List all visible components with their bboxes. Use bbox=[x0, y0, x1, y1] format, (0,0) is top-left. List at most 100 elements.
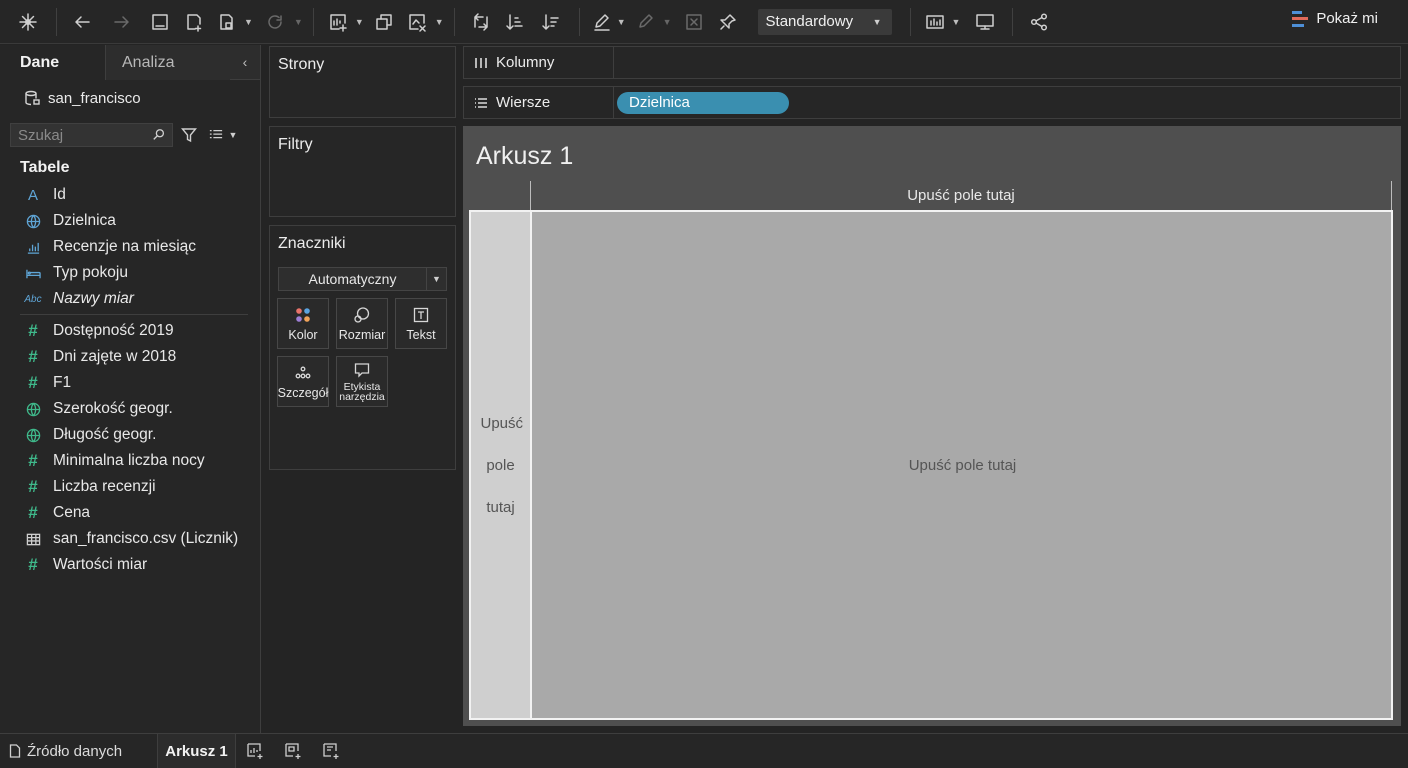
new-worksheet-tab-icon[interactable] bbox=[236, 734, 274, 768]
field-dni-zajete-2018[interactable]: # Dni zajęte w 2018 bbox=[0, 344, 260, 370]
swap-rows-columns-icon[interactable] bbox=[465, 7, 497, 37]
field-label: Minimalna liczba nocy bbox=[53, 452, 205, 469]
redo-icon[interactable] bbox=[105, 7, 139, 37]
field-id[interactable]: A Id bbox=[0, 182, 260, 208]
field-typ-pokoju[interactable]: Typ pokoju bbox=[0, 260, 260, 286]
pause-updates-caret[interactable]: ▼ bbox=[244, 17, 253, 27]
clear-sheet-icon[interactable] bbox=[402, 7, 432, 37]
field-label: san_francisco.csv (Licznik) bbox=[53, 530, 239, 547]
view-mode-select[interactable]: Standardowy ▼ bbox=[757, 8, 892, 35]
rows-shelf[interactable]: Wiersze Dzielnica bbox=[463, 86, 1401, 119]
tab-data[interactable]: Dane bbox=[0, 45, 106, 80]
sort-ascending-icon[interactable] bbox=[497, 7, 533, 37]
dzielnica-pill[interactable]: Dzielnica bbox=[617, 91, 789, 114]
duplicate-sheet-icon[interactable] bbox=[368, 7, 400, 37]
mark-type-select[interactable]: Automatyczny ▼ bbox=[278, 267, 447, 291]
field-liczba-recenzji[interactable]: # Liczba recenzji bbox=[0, 474, 260, 500]
view-canvas: Upuść pole tutaj Upuść pole tutaj bbox=[469, 210, 1393, 720]
columns-label: Kolumny bbox=[496, 54, 555, 71]
globe-icon bbox=[24, 212, 42, 230]
new-worksheet-caret[interactable]: ▼ bbox=[355, 17, 364, 27]
tooltip-label: Etykista narzędzia bbox=[339, 381, 385, 403]
tooltip-button[interactable]: Etykista narzędzia bbox=[336, 356, 388, 407]
field-label: F1 bbox=[53, 374, 72, 391]
field-minimalna-liczba-nocy[interactable]: # Minimalna liczba nocy bbox=[0, 448, 260, 474]
tables-heading: Tabele bbox=[20, 159, 70, 176]
field-recenzje-na-miesiac[interactable]: Recenzje na miesiąc bbox=[0, 234, 260, 260]
filters-title: Filtry bbox=[278, 136, 313, 153]
tab-analytics[interactable]: Analiza bbox=[106, 45, 230, 80]
search-input[interactable] bbox=[18, 126, 138, 144]
rows-label: Wiersze bbox=[496, 94, 551, 111]
columns-shelf[interactable]: Kolumny bbox=[463, 46, 1401, 79]
datasource-item[interactable]: san_francisco bbox=[0, 80, 260, 116]
field-label: Dostępność 2019 bbox=[53, 322, 174, 339]
pages-card[interactable]: Strony bbox=[269, 46, 456, 118]
size-button[interactable]: Rozmiar bbox=[336, 298, 388, 349]
marks-card: Znaczniki Automatyczny ▼ Kolor Rozmiar T… bbox=[269, 225, 456, 470]
text-label: Tekst bbox=[406, 327, 436, 342]
filter-icon[interactable] bbox=[179, 125, 199, 145]
group-members-caret[interactable]: ▼ bbox=[663, 17, 672, 27]
text-button[interactable]: Tekst bbox=[395, 298, 447, 349]
show-mark-labels-icon[interactable] bbox=[678, 7, 710, 37]
group-members-icon[interactable] bbox=[632, 7, 660, 37]
field-wartosci-miar[interactable]: # Wartości miar bbox=[0, 552, 260, 578]
collapse-pane-icon[interactable]: ‹ bbox=[230, 45, 260, 79]
show-cards-caret[interactable]: ▼ bbox=[952, 17, 961, 27]
pages-title: Strony bbox=[278, 56, 325, 73]
color-button[interactable]: Kolor bbox=[277, 298, 329, 349]
pause-updates-icon[interactable] bbox=[211, 7, 241, 37]
detail-button[interactable]: Szczegół bbox=[277, 356, 329, 407]
field-label: Typ pokoju bbox=[53, 264, 128, 281]
columns-icon bbox=[475, 57, 487, 68]
field-label: Id bbox=[53, 186, 66, 203]
highlight-caret[interactable]: ▼ bbox=[617, 17, 626, 27]
new-datasource-icon[interactable] bbox=[177, 7, 211, 37]
field-szerokosc-geogr[interactable]: Szerokość geogr. bbox=[0, 396, 260, 422]
new-dashboard-tab-icon[interactable] bbox=[274, 734, 312, 768]
show-cards-icon[interactable] bbox=[921, 7, 949, 37]
show-me-button[interactable]: Pokaż mi bbox=[1292, 10, 1378, 27]
new-worksheet-icon[interactable] bbox=[324, 7, 352, 37]
sheet-title[interactable]: Arkusz 1 bbox=[476, 142, 573, 171]
presentation-mode-icon[interactable] bbox=[968, 7, 1002, 37]
field-dostepnosc-2019[interactable]: # Dostępność 2019 bbox=[0, 318, 260, 344]
color-label: Kolor bbox=[288, 327, 318, 342]
new-story-tab-icon[interactable] bbox=[312, 734, 350, 768]
text-type-icon: A bbox=[27, 186, 38, 204]
show-me-icon bbox=[1292, 10, 1309, 27]
undo-icon[interactable] bbox=[67, 7, 97, 37]
search-box bbox=[10, 123, 173, 147]
globe-icon bbox=[24, 400, 42, 418]
columns-drop-zone[interactable]: Upuść pole tutaj bbox=[530, 181, 1392, 210]
refresh-icon[interactable] bbox=[259, 7, 291, 37]
filters-card[interactable]: Filtry bbox=[269, 126, 456, 217]
field-label: Cena bbox=[53, 504, 91, 521]
tab-data-source[interactable]: Źródło danych bbox=[0, 733, 158, 768]
sort-descending-icon[interactable] bbox=[533, 7, 569, 37]
main-drop-zone[interactable]: Upuść pole tutaj bbox=[534, 212, 1391, 718]
pin-icon[interactable] bbox=[712, 7, 744, 37]
marks-buttons: Kolor Rozmiar Tekst Szczegół Etykista na… bbox=[277, 298, 455, 407]
highlight-icon[interactable] bbox=[590, 7, 614, 37]
field-dzielnica[interactable]: Dzielnica bbox=[0, 208, 260, 234]
refresh-caret[interactable]: ▼ bbox=[294, 17, 303, 27]
field-label: Dzielnica bbox=[53, 212, 116, 229]
field-nazwy-miar[interactable]: Abc Nazwy miar bbox=[0, 286, 260, 312]
field-licznik[interactable]: san_francisco.csv (Licznik) bbox=[0, 526, 260, 552]
color-palette-icon bbox=[296, 307, 310, 322]
detail-label: Szczegół bbox=[277, 385, 329, 400]
rows-drop-zone[interactable]: Upuść pole tutaj bbox=[471, 212, 532, 718]
save-icon[interactable] bbox=[143, 7, 177, 37]
view-options-icon[interactable]: ▼ bbox=[205, 125, 241, 145]
field-dlugosc-geogr[interactable]: Długość geogr. bbox=[0, 422, 260, 448]
field-f1[interactable]: # F1 bbox=[0, 370, 260, 396]
share-icon[interactable] bbox=[1023, 7, 1055, 37]
clear-sheet-caret[interactable]: ▼ bbox=[435, 17, 444, 27]
abc-type-icon: Abc bbox=[24, 293, 42, 305]
tab-sheet-1[interactable]: Arkusz 1 bbox=[158, 733, 236, 768]
search-icon bbox=[153, 129, 165, 140]
tableau-logo-icon[interactable] bbox=[0, 7, 56, 37]
field-cena[interactable]: # Cena bbox=[0, 500, 260, 526]
